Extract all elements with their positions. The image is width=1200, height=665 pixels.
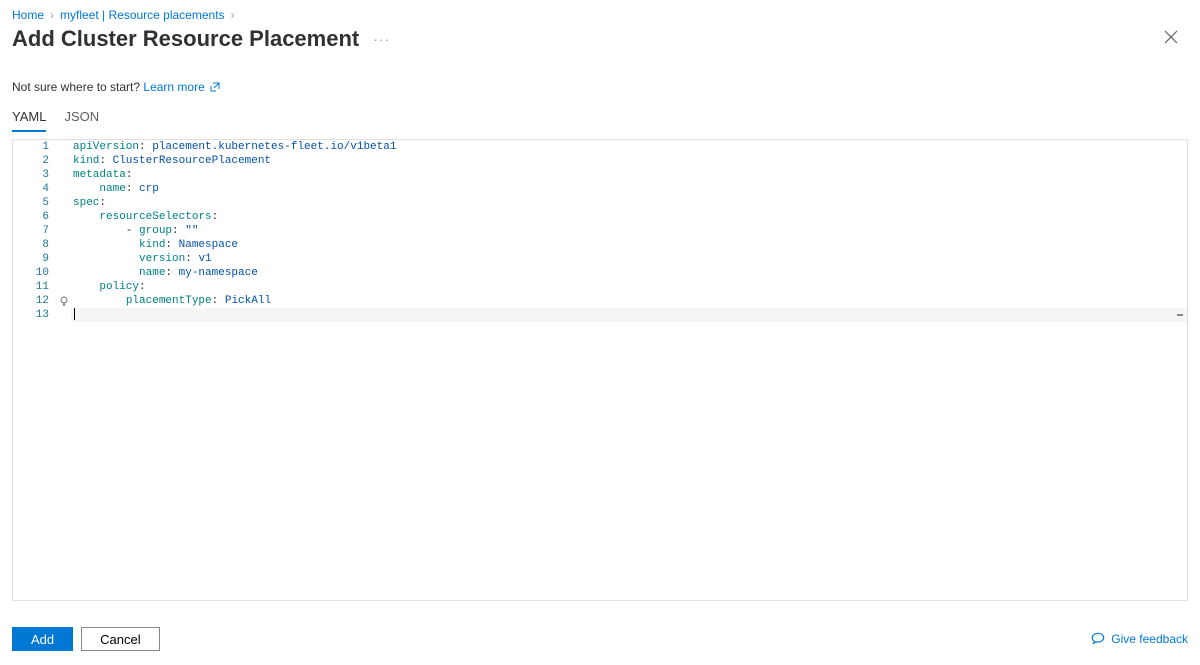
code-content: kind: ClusterResourcePlacement (71, 154, 271, 168)
external-link-icon (210, 81, 220, 95)
helper-prefix: Not sure where to start? (12, 80, 143, 94)
code-content: placementType: PickAll (71, 294, 271, 308)
editor-line[interactable]: 9 version: v1 (13, 252, 1187, 266)
line-number: 8 (13, 238, 57, 252)
learn-more-link[interactable]: Learn more (143, 80, 204, 94)
yaml-editor[interactable]: 1 apiVersion: placement.kubernetes-fleet.… (12, 139, 1188, 601)
more-actions-button[interactable]: ··· (373, 31, 390, 47)
editor-line[interactable]: 7 - group: "" (13, 224, 1187, 238)
add-button[interactable]: Add (12, 627, 73, 651)
editor-line[interactable]: 2 kind: ClusterResourcePlacement (13, 154, 1187, 168)
line-number: 5 (13, 196, 57, 210)
chevron-right-icon: › (231, 8, 235, 22)
feedback-label: Give feedback (1111, 632, 1188, 646)
line-number: 4 (13, 182, 57, 196)
close-icon (1164, 30, 1178, 44)
tabs: YAML JSON (12, 105, 1188, 133)
line-number: 1 (13, 140, 57, 154)
feedback-icon (1091, 632, 1105, 646)
line-number: 9 (13, 252, 57, 266)
lightbulb-icon (57, 296, 71, 306)
editor-line[interactable]: 4 name: crp (13, 182, 1187, 196)
editor-line[interactable]: 10 name: my-namespace (13, 266, 1187, 280)
tab-yaml[interactable]: YAML (12, 105, 46, 132)
editor-line[interactable]: 11 policy: (13, 280, 1187, 294)
give-feedback-link[interactable]: Give feedback (1091, 632, 1188, 646)
editor-line[interactable]: 1 apiVersion: placement.kubernetes-fleet.… (13, 140, 1187, 154)
code-content: metadata: (71, 168, 132, 182)
close-button[interactable] (1164, 30, 1182, 48)
code-content: policy: (71, 280, 146, 294)
line-number: 7 (13, 224, 57, 238)
code-content: resourceSelectors: (71, 210, 218, 224)
chevron-right-icon: › (50, 8, 54, 22)
breadcrumb-fleet[interactable]: myfleet | Resource placements (60, 8, 225, 22)
code-content: - group: "" (71, 224, 198, 238)
line-number: 13 (13, 308, 57, 322)
code-content: name: my-namespace (71, 266, 258, 280)
editor-line[interactable]: 6 resourceSelectors: (13, 210, 1187, 224)
line-number: 3 (13, 168, 57, 182)
line-number: 10 (13, 266, 57, 280)
code-content: apiVersion: placement.kubernetes-fleet.i… (71, 140, 396, 154)
line-number: 11 (13, 280, 57, 294)
helper-text: Not sure where to start? Learn more (12, 80, 1188, 95)
editor-line[interactable]: 5 spec: (13, 196, 1187, 210)
tab-json[interactable]: JSON (64, 105, 99, 132)
editor-line[interactable]: 12 placementType: PickAll (13, 294, 1187, 308)
code-content: spec: (71, 196, 106, 210)
editor-line[interactable]: 3 metadata: (13, 168, 1187, 182)
page-title: Add Cluster Resource Placement (12, 26, 359, 52)
breadcrumb: Home › myfleet | Resource placements › (12, 8, 1188, 22)
line-number: 6 (13, 210, 57, 224)
code-content (71, 308, 75, 322)
line-number: 12 (13, 294, 57, 308)
minimap-cursor (1177, 314, 1183, 316)
breadcrumb-home[interactable]: Home (12, 8, 44, 22)
code-content: version: v1 (71, 252, 212, 266)
code-content: kind: Namespace (71, 238, 238, 252)
line-number: 2 (13, 154, 57, 168)
text-caret (74, 308, 75, 320)
cancel-button[interactable]: Cancel (81, 627, 159, 651)
editor-line[interactable]: 8 kind: Namespace (13, 238, 1187, 252)
code-content: name: crp (71, 182, 159, 196)
